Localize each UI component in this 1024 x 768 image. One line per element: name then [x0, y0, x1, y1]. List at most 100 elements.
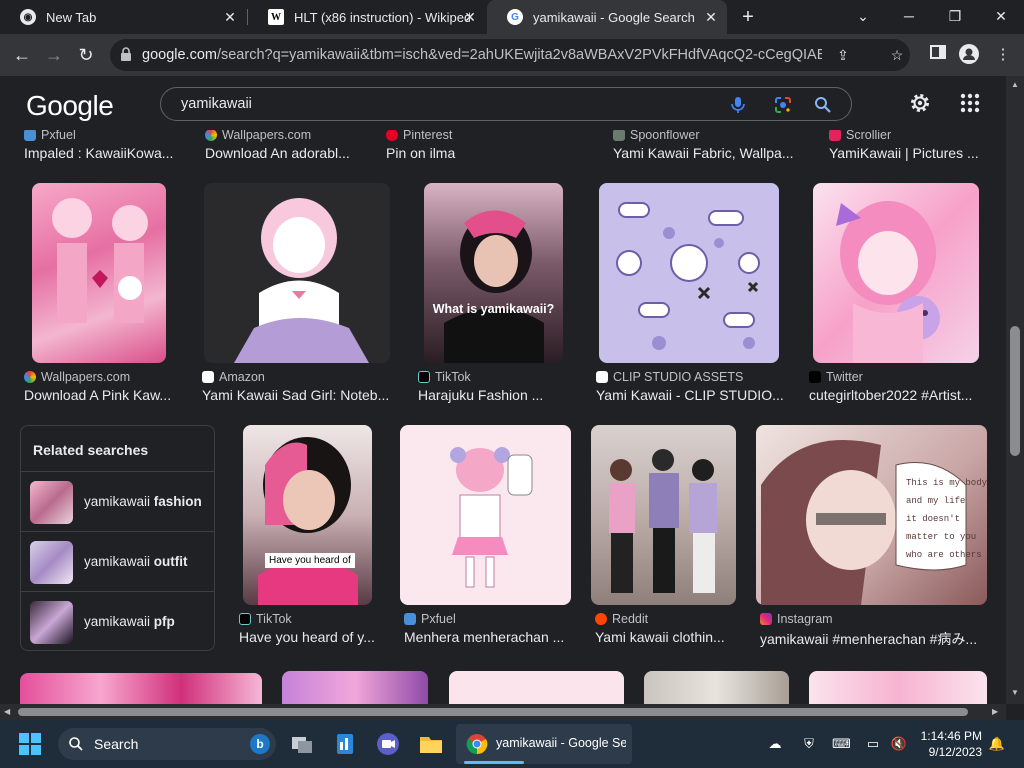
taskbar-search-label: Search	[94, 736, 139, 752]
system-clock[interactable]: 1:14:46 PM 9/12/2023	[918, 728, 982, 760]
url-text[interactable]: google.com/search?q=yamikawaii&tbm=isch&…	[142, 47, 822, 63]
notification-bell-icon[interactable]: 🔔	[988, 735, 1006, 753]
result-image[interactable]	[591, 425, 736, 605]
task-view-icon[interactable]	[286, 728, 318, 760]
result-source[interactable]: Pxfuel	[24, 130, 76, 142]
result-source[interactable]: Wallpapers.com	[24, 370, 130, 384]
scroll-down-arrow-icon[interactable]: ▼	[1011, 688, 1019, 697]
profile-avatar-icon[interactable]	[958, 44, 980, 66]
display-icon[interactable]: ▭	[864, 735, 882, 753]
google-apps-grid-icon[interactable]	[958, 91, 982, 115]
result-source[interactable]: Pinterest	[386, 130, 452, 142]
office-app-icon[interactable]	[329, 728, 361, 760]
address-bar[interactable]: google.com/search?q=yamikawaii&tbm=isch&…	[110, 39, 910, 71]
share-icon[interactable]: ⇪	[833, 45, 853, 65]
result-source[interactable]: Amazon	[202, 370, 265, 384]
related-search-label: yamikawaii fashion	[84, 494, 202, 509]
result-title[interactable]: Yami kawaii clothin...	[595, 629, 735, 645]
search-icon[interactable]	[813, 95, 833, 115]
tab-label: HLT (x86 instruction) - Wikipedia	[294, 9, 470, 25]
result-image[interactable]	[204, 183, 390, 363]
bing-icon[interactable]: b	[250, 734, 270, 754]
result-source[interactable]: Pxfuel	[404, 612, 456, 626]
result-image[interactable]	[813, 183, 979, 363]
scroll-left-arrow-icon[interactable]: ◀	[4, 707, 10, 716]
result-title[interactable]: cutegirltober2022 #Artist...	[809, 387, 984, 403]
search-box[interactable]: yamikawaii	[160, 87, 852, 121]
result-image[interactable]	[32, 183, 166, 363]
result-image[interactable]	[809, 671, 987, 704]
close-tab-icon[interactable]: ✕	[222, 9, 238, 25]
settings-gear-icon[interactable]	[908, 91, 932, 115]
result-title[interactable]: Impaled : KawaiiKowa...	[24, 145, 184, 161]
result-source[interactable]: Twitter	[809, 370, 863, 384]
result-source[interactable]: CLIP STUDIO ASSETS	[596, 370, 743, 384]
back-button[interactable]: ←	[10, 43, 34, 67]
scroll-right-arrow-icon[interactable]: ▶	[992, 707, 998, 716]
result-source[interactable]: Wallpapers.com	[205, 130, 311, 142]
keyboard-icon[interactable]: ⌨	[832, 735, 851, 753]
menu-kebab-icon[interactable]: ⋮	[992, 44, 1014, 66]
result-title[interactable]: YamiKawaii | Pictures ...	[829, 145, 989, 161]
result-title[interactable]: Yami Kawaii Sad Girl: Noteb...	[202, 387, 392, 403]
bookmark-star-icon[interactable]: ☆	[887, 45, 907, 65]
related-search-fashion[interactable]: yamikawaii fashion	[21, 471, 214, 531]
search-query[interactable]: yamikawaii	[181, 96, 252, 112]
restore-button[interactable]: ❐	[940, 4, 970, 28]
result-image[interactable]	[449, 671, 624, 704]
related-search-pfp[interactable]: yamikawaii pfp	[21, 591, 214, 651]
scroll-up-arrow-icon[interactable]: ▲	[1011, 80, 1019, 89]
result-title[interactable]: yamikawaii #menherachan #病み...	[760, 629, 985, 649]
result-source[interactable]: Reddit	[595, 612, 648, 626]
result-source[interactable]: TikTok	[418, 370, 471, 384]
new-tab-button[interactable]: +	[736, 6, 760, 30]
taskbar-search[interactable]: Search b	[58, 728, 276, 760]
side-panel-icon[interactable]	[927, 44, 949, 66]
close-tab-icon[interactable]: ✕	[462, 9, 478, 25]
microphone-icon[interactable]	[728, 95, 748, 115]
result-image[interactable]	[282, 671, 428, 704]
result-title[interactable]: Menhera menherachan ...	[404, 629, 569, 645]
result-image[interactable]: What is yamikawaii?	[424, 183, 563, 363]
result-title[interactable]: Have you heard of y...	[239, 629, 379, 645]
close-window-button[interactable]: ✕	[986, 4, 1016, 28]
result-image[interactable]	[20, 673, 262, 704]
result-title[interactable]: Download A Pink Kaw...	[24, 387, 179, 403]
result-title[interactable]: Harajuku Fashion ...	[418, 387, 568, 403]
result-title[interactable]: Yami Kawaii Fabric, Wallpa...	[613, 145, 803, 161]
horizontal-scrollbar[interactable]: ◀ ▶	[0, 704, 1006, 720]
forward-button[interactable]: →	[42, 43, 66, 67]
reload-button[interactable]: ↻	[74, 43, 98, 67]
tab-new-tab[interactable]: ◉ New Tab ✕	[0, 0, 246, 34]
file-explorer-icon[interactable]	[415, 728, 447, 760]
result-source[interactable]: TikTok	[239, 612, 292, 626]
result-image[interactable]	[644, 671, 789, 704]
google-lens-icon[interactable]	[773, 95, 793, 115]
close-tab-icon[interactable]: ✕	[703, 9, 719, 25]
related-search-outfit[interactable]: yamikawaii outfit	[21, 531, 214, 591]
windows-start-icon[interactable]	[18, 732, 42, 756]
result-title[interactable]: Pin on ilma	[386, 145, 546, 161]
result-image[interactable]: This is my body and my life it doesn't m…	[756, 425, 987, 605]
horizontal-scroll-thumb[interactable]	[18, 708, 968, 716]
minimize-button[interactable]: ─	[894, 4, 924, 28]
result-source[interactable]: Instagram	[760, 612, 833, 626]
result-source[interactable]: Spoonflower	[613, 130, 700, 142]
result-title[interactable]: Download An adorabl...	[205, 145, 365, 161]
tab-search-chevron-icon[interactable]: ⌄	[848, 4, 878, 28]
google-logo[interactable]: Google	[26, 90, 114, 122]
tab-wikipedia[interactable]: W HLT (x86 instruction) - Wikipedia ✕	[248, 0, 486, 34]
result-source[interactable]: Scrollier	[829, 130, 891, 142]
volume-muted-icon[interactable]: 🔇	[890, 735, 908, 753]
tab-google-search[interactable]: G yamikawaii - Google Search ✕	[487, 0, 727, 34]
result-image[interactable]	[400, 425, 571, 605]
taskbar-chrome-window[interactable]: yamikawaii - Google Search	[456, 724, 632, 764]
onedrive-cloud-icon[interactable]: ☁	[766, 735, 784, 753]
result-title[interactable]: Yami Kawaii - CLIP STUDIO...	[596, 387, 786, 403]
result-image[interactable]	[599, 183, 779, 363]
vertical-scrollbar[interactable]: ▲ ▼	[1006, 76, 1024, 704]
teams-meet-icon[interactable]	[372, 728, 404, 760]
vertical-scroll-thumb[interactable]	[1010, 326, 1020, 456]
result-image[interactable]: Have you heard of	[243, 425, 372, 605]
security-shield-icon[interactable]: ⛨	[800, 735, 818, 753]
